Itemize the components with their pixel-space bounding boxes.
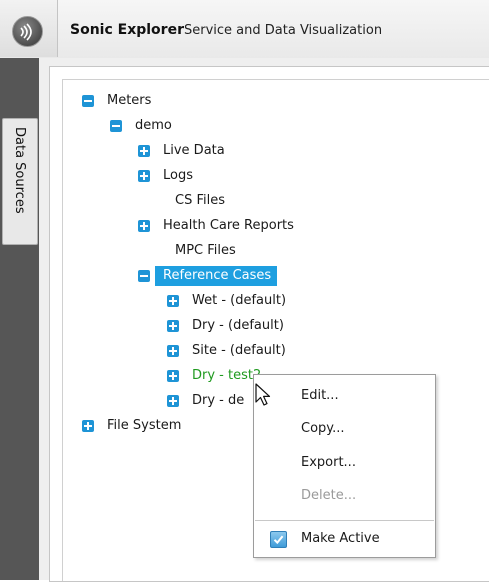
expand-icon[interactable] — [138, 220, 150, 232]
app-title: Sonic Explorer — [70, 22, 184, 38]
tree-node-label: Dry - (default) — [192, 318, 284, 333]
collapse-icon[interactable] — [138, 270, 150, 282]
tree-node-label: Meters — [107, 93, 152, 108]
tree-node-label: Logs — [163, 168, 193, 183]
tree-node-label: Dry - de — [192, 393, 245, 408]
title-bar: Sonic Explorer Service and Data Visualiz… — [0, 0, 489, 59]
menu-item-export[interactable]: Export... — [301, 455, 356, 470]
checkbox-checked-icon[interactable] — [270, 531, 287, 548]
tree-node-label: Site - (default) — [192, 343, 286, 358]
menu-item-edit[interactable]: Edit... — [301, 388, 339, 403]
app-subtitle: Service and Data Visualization — [184, 23, 383, 38]
tab-data-sources-label: Data Sources — [12, 127, 27, 214]
menu-item-copy[interactable]: Copy... — [301, 421, 345, 436]
expand-icon[interactable] — [167, 395, 179, 407]
tree-node-label: Health Care Reports — [163, 218, 294, 233]
menu-item-make-active[interactable]: Make Active — [301, 531, 380, 546]
expand-icon[interactable] — [167, 295, 179, 307]
menu-separator — [255, 520, 434, 521]
left-sidebar: Data Sources — [0, 58, 39, 580]
tree-node-label: demo — [135, 118, 172, 133]
wave-logo-icon — [12, 16, 43, 47]
mouse-pointer-icon — [255, 383, 271, 406]
tab-data-sources[interactable]: Data Sources — [2, 118, 38, 245]
app-logo-button[interactable] — [0, 0, 58, 57]
expand-icon[interactable] — [167, 320, 179, 332]
menu-item-delete: Delete... — [301, 488, 357, 503]
collapse-icon[interactable] — [110, 120, 122, 132]
tree-node-label-selected: Reference Cases — [155, 266, 278, 286]
expand-icon[interactable] — [138, 145, 150, 157]
expand-icon[interactable] — [167, 345, 179, 357]
expand-icon[interactable] — [138, 170, 150, 182]
tree-node-label: Live Data — [163, 143, 225, 158]
tree-node-label: File System — [107, 418, 182, 433]
tree-node-label: Dry - test2 — [192, 368, 262, 383]
expand-icon[interactable] — [167, 370, 179, 382]
tree-node-label: Wet - (default) — [192, 293, 287, 308]
collapse-icon[interactable] — [82, 95, 94, 107]
context-menu: Edit... Copy... Export... Delete... Make… — [253, 374, 436, 558]
tree-node-label: MPC Files — [175, 243, 236, 258]
expand-icon[interactable] — [82, 420, 94, 432]
tree-node-label: CS Files — [175, 193, 225, 208]
